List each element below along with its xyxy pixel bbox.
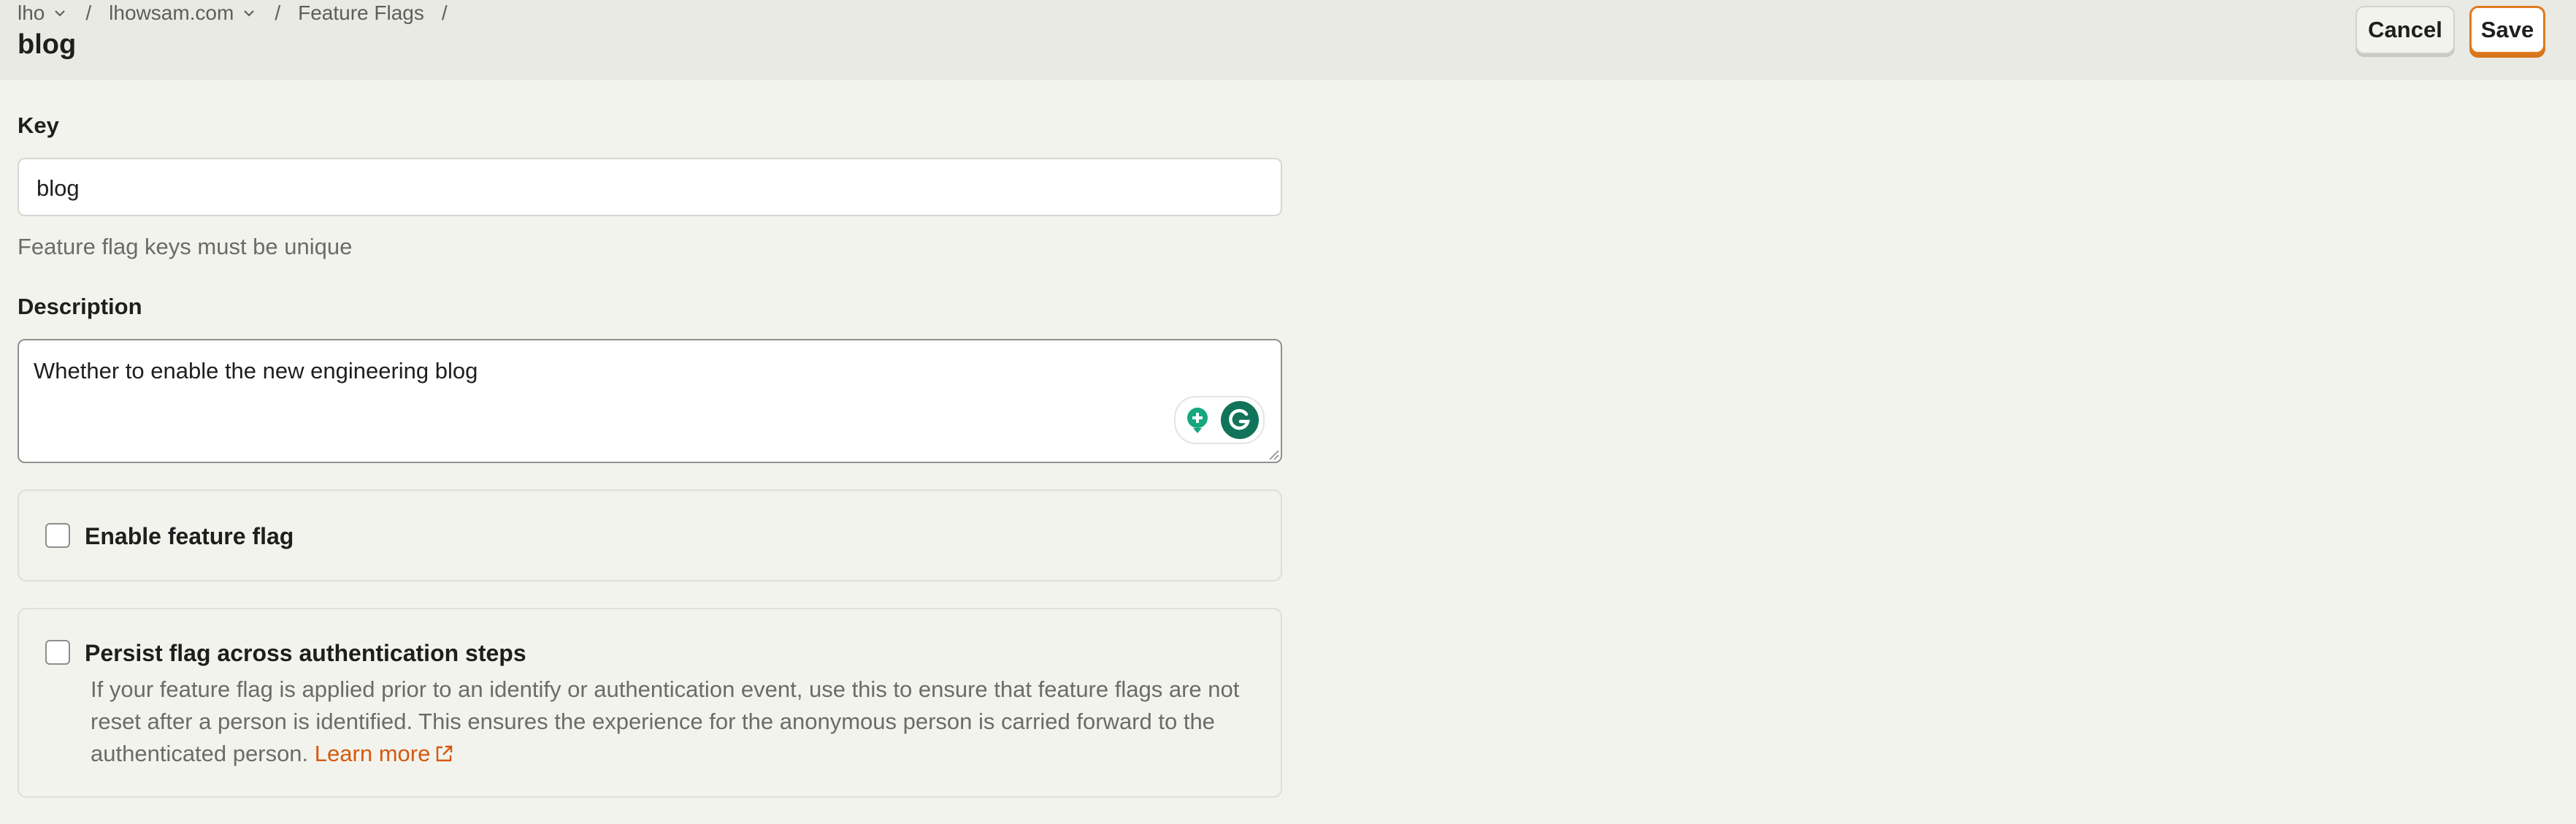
cancel-button[interactable]: Cancel bbox=[2355, 6, 2455, 54]
description-textarea[interactable]: Whether to enable the new engineering bl… bbox=[18, 339, 1282, 463]
breadcrumb-separator: / bbox=[85, 1, 92, 24]
key-input[interactable]: blog bbox=[18, 158, 1282, 216]
page-title: blog bbox=[18, 29, 77, 60]
persist-flag-description-text: If your feature flag is applied prior to… bbox=[91, 676, 1240, 766]
persist-flag-description: If your feature flag is applied prior to… bbox=[91, 674, 1273, 770]
key-hint: Feature flag keys must be unique bbox=[18, 234, 353, 259]
save-button[interactable]: Save bbox=[2469, 6, 2545, 54]
breadcrumb-separator: / bbox=[441, 1, 448, 24]
grammarly-logo-icon[interactable] bbox=[1219, 400, 1260, 440]
grammarly-suggestion-icon[interactable] bbox=[1183, 405, 1212, 435]
breadcrumb-item-label: lhowsam.com bbox=[109, 1, 234, 24]
breadcrumb-item-org[interactable]: lho bbox=[18, 1, 68, 25]
learn-more-label: Learn more bbox=[314, 741, 431, 766]
enable-flag-label[interactable]: Enable feature flag bbox=[85, 523, 294, 550]
resize-handle-icon[interactable] bbox=[1268, 449, 1279, 460]
external-link-icon bbox=[437, 745, 453, 762]
persist-flag-checkbox[interactable] bbox=[45, 640, 70, 665]
breadcrumb: lho / lhowsam.com / Feature Flags / bbox=[18, 0, 465, 26]
learn-more-link[interactable]: Learn more bbox=[315, 741, 454, 766]
breadcrumb-item-project[interactable]: lhowsam.com bbox=[109, 1, 257, 25]
chevron-down-icon bbox=[55, 10, 66, 17]
persist-flag-label[interactable]: Persist flag across authentication steps bbox=[85, 640, 526, 667]
grammarly-widget[interactable] bbox=[1174, 396, 1265, 444]
breadcrumb-item-label: lho bbox=[18, 1, 45, 24]
persist-flag-card: Persist flag across authentication steps… bbox=[18, 608, 1282, 798]
chevron-down-icon bbox=[244, 10, 255, 17]
key-label: Key bbox=[18, 112, 59, 138]
enable-flag-card: Enable feature flag bbox=[18, 489, 1282, 581]
top-bar: lho / lhowsam.com / Feature Flags / blog… bbox=[0, 0, 2576, 80]
breadcrumb-separator: / bbox=[275, 1, 281, 24]
description-label: Description bbox=[18, 294, 142, 319]
breadcrumb-item-label: Feature Flags bbox=[298, 1, 424, 24]
breadcrumb-item-feature-flags[interactable]: Feature Flags bbox=[298, 1, 424, 25]
enable-flag-checkbox[interactable] bbox=[45, 523, 70, 548]
